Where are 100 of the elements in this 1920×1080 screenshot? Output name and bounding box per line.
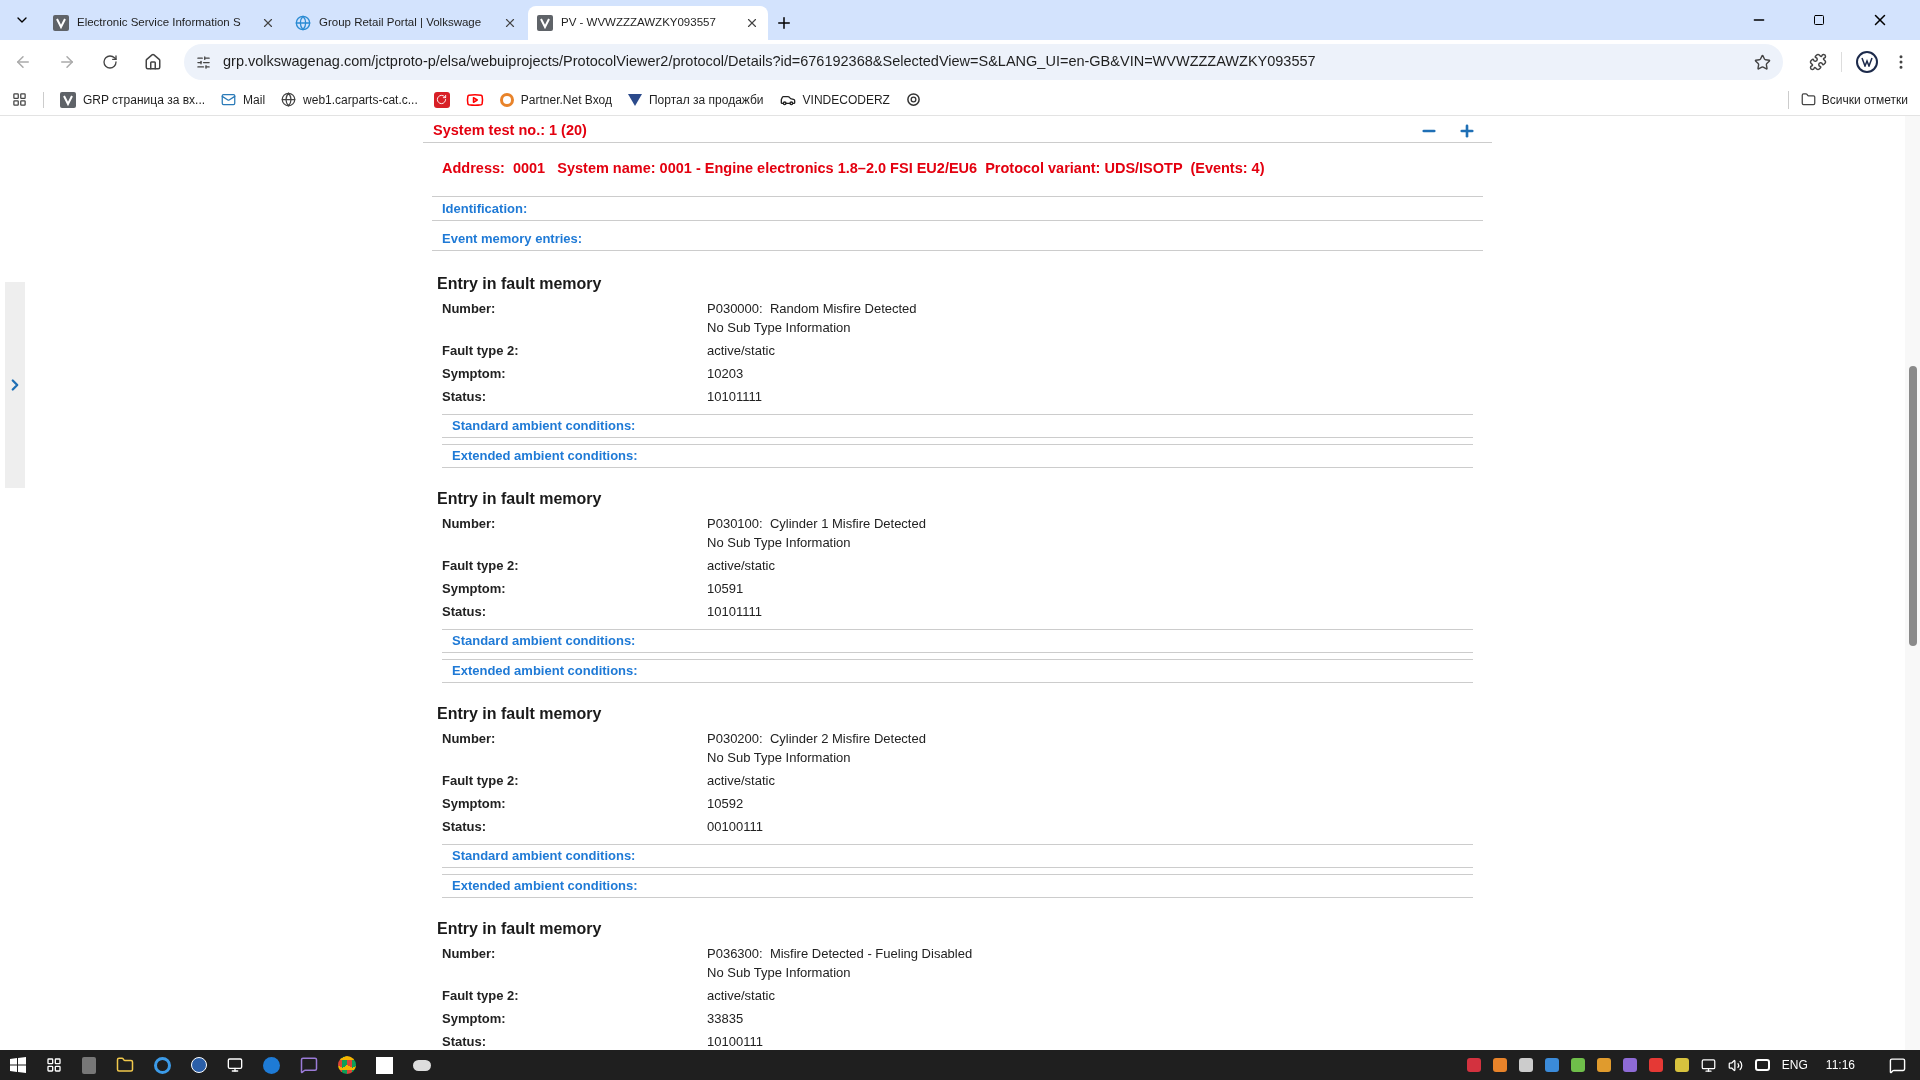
- letter-v-icon: [537, 15, 553, 31]
- tab-title: Electronic Service Information S: [77, 15, 241, 31]
- field-label: Fault type 2:: [442, 771, 520, 790]
- field-label: Symptom:: [442, 794, 507, 813]
- conditions-link[interactable]: Standard ambient conditions:: [452, 631, 636, 651]
- bookmark-item[interactable]: GRP страница за вх...: [60, 90, 206, 109]
- tab-title: Group Retail Portal | Volkswage: [319, 15, 482, 31]
- field-value: No Sub Type Information: [707, 533, 852, 552]
- conditions-link[interactable]: Standard ambient conditions:: [452, 846, 636, 866]
- speaker-icon[interactable]: [1727, 1057, 1743, 1073]
- folder-icon[interactable]: [116, 1056, 134, 1074]
- knot-icon[interactable]: [905, 92, 921, 107]
- bookmark-icon[interactable]: [433, 91, 450, 108]
- field-value: P030200: Cylinder 2 Misfire Detected: [707, 729, 926, 748]
- entry-heading: Entry in fault memory: [436, 918, 603, 939]
- globe-icon: [281, 92, 297, 107]
- restore-icon[interactable]: [1813, 14, 1825, 26]
- field-label: Status:: [442, 1032, 488, 1050]
- field-value: 10591: [707, 579, 744, 598]
- field-label: Symptom:: [442, 1009, 507, 1028]
- conditions-link[interactable]: Extended ambient conditions:: [452, 876, 638, 896]
- field-label: Status:: [442, 817, 488, 836]
- tray-icon[interactable]: [1674, 1058, 1689, 1072]
- field-label: Number:: [442, 944, 497, 963]
- field-value: 00100111: [707, 817, 763, 836]
- extensions-icon[interactable]: [1809, 53, 1827, 71]
- address-field[interactable]: grp.volkswagenag.com/jctproto-p/elsa/webuiprojects/ProtocolViewer2/protocol/Details?id=676192368&SelectedView=S&LANG_UI=en-GB&VIN=WVWZZZAWZKY093557: [184, 44, 1783, 80]
- profile-avatar[interactable]: [1856, 51, 1878, 73]
- task-view-icon[interactable]: [46, 1057, 62, 1073]
- site-settings-icon[interactable]: [196, 54, 211, 70]
- browser-tab[interactable]: Electronic Service Information S: [44, 6, 284, 40]
- field-value: active/static: [707, 341, 775, 360]
- tab-title: PV - WVWZZZAWZKY093557: [561, 15, 716, 31]
- bookmark-item[interactable]: Partner.Net Вход: [499, 90, 612, 109]
- tray-icon[interactable]: [1544, 1058, 1559, 1072]
- bookmark-item[interactable]: Портал за продажби: [628, 90, 764, 109]
- field-label: Symptom:: [442, 364, 507, 383]
- close-icon[interactable]: [261, 16, 275, 30]
- ring-icon: [499, 92, 514, 107]
- close-icon[interactable]: [745, 16, 759, 30]
- plus-icon: [775, 14, 793, 32]
- bookmark-item[interactable]: Mail: [221, 90, 266, 109]
- entry-heading: Entry in fault memory: [436, 488, 603, 509]
- vw-logo-icon[interactable]: [191, 1057, 207, 1073]
- url-text: grp.volkswagenag.com/jctproto-p/elsa/webuiprojects/ProtocolViewer2/protocol/Details?id=676192368&SelectedView=S&LANG_UI=en-GB&VIN=WVWZZZAWZKY093557: [223, 52, 1316, 72]
- mail-icon: [221, 92, 237, 107]
- home-icon[interactable]: [144, 53, 162, 71]
- scrollbar[interactable]: [1905, 116, 1920, 1050]
- browser-e-icon[interactable]: [154, 1056, 171, 1074]
- conditions-link[interactable]: Extended ambient conditions:: [452, 446, 638, 466]
- field-value: P036300: Misfire Detected - Fueling Disabled: [707, 944, 973, 963]
- field-value: No Sub Type Information: [707, 748, 852, 767]
- section-link[interactable]: Identification:: [442, 198, 528, 218]
- reload-icon[interactable]: [102, 54, 118, 70]
- windows-start-icon[interactable]: [10, 1057, 26, 1073]
- field-label: Number:: [442, 299, 497, 318]
- field-value: 33835: [707, 1009, 744, 1028]
- close-icon[interactable]: [503, 16, 517, 30]
- field-value: No Sub Type Information: [707, 963, 852, 982]
- clock[interactable]: 11:16: [1825, 1056, 1855, 1074]
- field-value: 10101111: [707, 387, 762, 406]
- field-label: Fault type 2:: [442, 341, 520, 360]
- scrollbar-thumb[interactable]: [1908, 366, 1917, 646]
- field-value: 10203: [707, 364, 744, 383]
- field-value: active/static: [707, 556, 775, 575]
- tray-icon[interactable]: [1492, 1058, 1507, 1072]
- language-indicator[interactable]: ENG: [1781, 1056, 1808, 1074]
- network-icon[interactable]: [1700, 1057, 1716, 1073]
- browser-tab[interactable]: Group Retail Portal | Volkswage: [286, 6, 526, 40]
- bookmark-item[interactable]: VINDECODERZ: [779, 90, 890, 109]
- notifications-icon[interactable]: [1889, 1056, 1906, 1074]
- field-label: Fault type 2:: [442, 986, 520, 1005]
- apps-icon[interactable]: [12, 92, 27, 107]
- chat-icon[interactable]: [300, 1056, 318, 1074]
- field-value: 10100111: [707, 1032, 763, 1050]
- globe-icon: [295, 15, 311, 31]
- tray-icon[interactable]: [1518, 1058, 1533, 1072]
- system-test-title: System test no.: 1 (20): [433, 121, 587, 140]
- remote-icon[interactable]: [1754, 1059, 1770, 1071]
- browser-tab[interactable]: PV - WVWZZZAWZKY093557: [528, 6, 768, 40]
- field-label: Symptom:: [442, 579, 507, 598]
- field-value: No Sub Type Information: [707, 318, 852, 337]
- calculator-icon[interactable]: [82, 1056, 96, 1074]
- bookmark-star-icon[interactable]: [1754, 53, 1771, 71]
- field-label: Number:: [442, 514, 497, 533]
- folder-icon: [1800, 92, 1816, 107]
- bookmark-item[interactable]: web1.carparts-cat.c...: [281, 90, 418, 109]
- field-label: Fault type 2:: [442, 556, 520, 575]
- conditions-link[interactable]: Standard ambient conditions:: [452, 416, 636, 436]
- conditions-link[interactable]: Extended ambient conditions:: [452, 661, 638, 681]
- field-value: active/static: [707, 771, 775, 790]
- field-value: 10101111: [707, 602, 762, 621]
- all-bookmarks-item[interactable]: Всички отметки: [1800, 90, 1908, 109]
- camera-icon[interactable]: [227, 1057, 243, 1073]
- side-panel-toggle[interactable]: [5, 282, 25, 488]
- tray-icon[interactable]: [1596, 1058, 1611, 1072]
- entry-heading: Entry in fault memory: [436, 273, 603, 294]
- section-link[interactable]: Event memory entries:: [442, 228, 583, 248]
- tray-icon[interactable]: [1570, 1058, 1585, 1072]
- field-label: Status:: [442, 602, 488, 621]
